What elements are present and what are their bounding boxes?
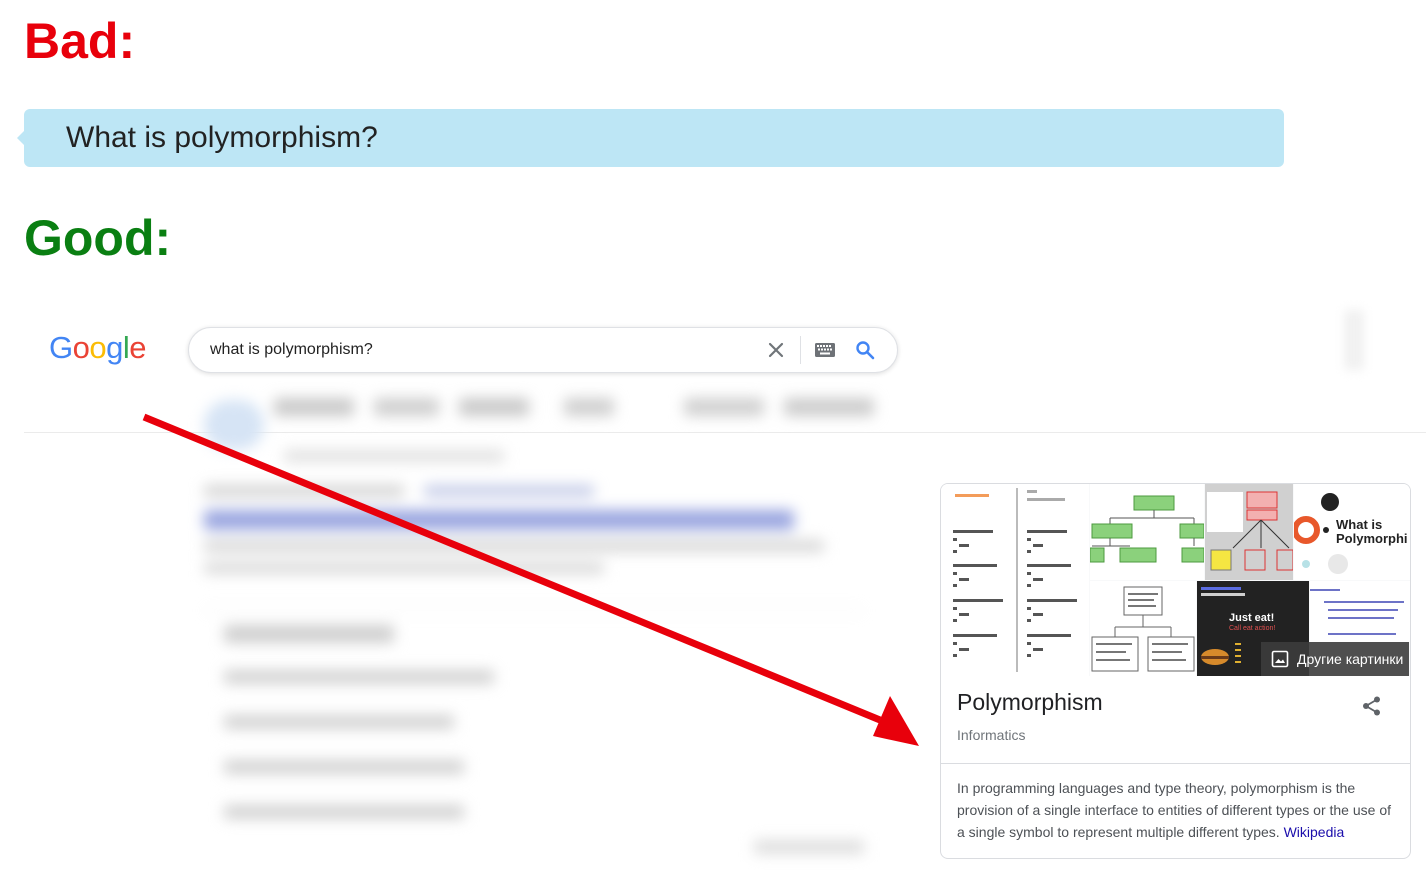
bad-heading: Bad: [24, 13, 136, 69]
good-heading: Good: [24, 210, 172, 266]
bad-query-text: What is polymorphism? [66, 121, 378, 154]
google-screenshot: Google what is polymorphism? What is Pol… [24, 300, 1426, 870]
annotation-arrow [142, 413, 919, 746]
bad-query-bubble: What is polymorphism? [17, 109, 1284, 167]
